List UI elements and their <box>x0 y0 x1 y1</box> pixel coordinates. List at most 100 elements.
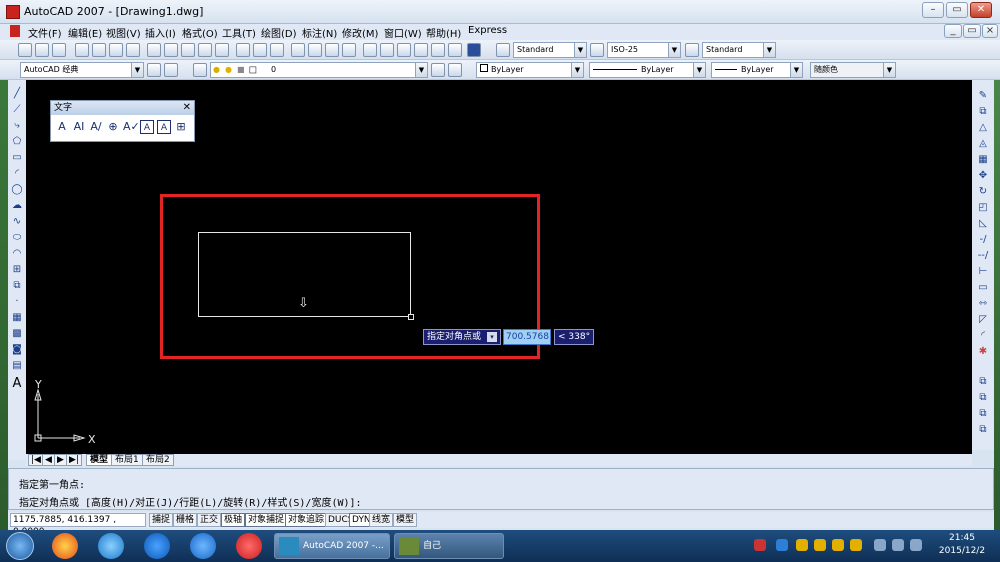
find-replace-icon[interactable]: ⊕ <box>106 120 120 134</box>
minimize-button[interactable]: – <box>922 2 944 18</box>
line-icon[interactable]: ╱ <box>11 88 23 100</box>
hatch-icon[interactable]: ▦ <box>11 312 23 324</box>
dynamic-input-angle-field[interactable]: < 338° <box>554 329 594 345</box>
close-button[interactable]: ✕ <box>970 2 992 18</box>
properties-icon[interactable] <box>363 43 377 57</box>
block-editor-icon[interactable] <box>215 43 229 57</box>
doc-close-button[interactable]: × <box>982 24 998 38</box>
draworder-under-icon[interactable]: ⧉ <box>977 424 989 436</box>
menu-modify[interactable]: 修改(M) <box>342 25 378 40</box>
coordinate-display[interactable]: 1175.7885, 416.1397 , 0.0000 <box>10 513 146 537</box>
document-icon[interactable] <box>10 25 20 37</box>
open-icon[interactable] <box>35 43 49 57</box>
lineweight-select[interactable]: ByLayer ▼ <box>711 62 803 78</box>
lineweight-toggle[interactable]: 线宽 <box>369 513 394 527</box>
draworder-icon[interactable]: ⧉ <box>977 376 989 388</box>
tab-model[interactable]: 模型 <box>86 454 113 466</box>
circle-icon[interactable]: ◯ <box>11 184 23 196</box>
menu-tools[interactable]: 工具(T) <box>222 25 256 40</box>
text-style-icon[interactable] <box>496 43 510 57</box>
menu-dimension[interactable]: 标注(N) <box>302 25 337 40</box>
erase-icon[interactable]: ✎ <box>977 90 989 102</box>
ellipse-arc-icon[interactable]: ◠ <box>11 248 23 260</box>
grid-toggle[interactable]: 栅格 <box>173 513 198 527</box>
video-player-icon[interactable] <box>236 533 262 559</box>
model-toggle[interactable]: 模型 <box>393 513 418 527</box>
text-style-select[interactable]: Standard ▼ <box>513 42 587 58</box>
draworder-back-icon[interactable]: ⧉ <box>977 392 989 404</box>
taskbar-folder[interactable]: 自己 <box>394 533 504 559</box>
firefox-icon[interactable] <box>52 533 78 559</box>
copy-object-icon[interactable]: ⧉ <box>977 106 989 118</box>
menu-window[interactable]: 窗口(W) <box>384 25 422 40</box>
taskbar-autocad[interactable]: AutoCAD 2007 -... <box>274 533 390 559</box>
3d-dwf-icon[interactable] <box>126 43 140 57</box>
make-current-layer-icon[interactable] <box>431 63 445 77</box>
tray-qq-icon[interactable] <box>796 539 808 551</box>
menu-file[interactable]: 文件(F) <box>28 25 62 40</box>
tray-qq3-icon[interactable] <box>832 539 844 551</box>
tray-antivirus-icon[interactable] <box>754 539 766 551</box>
help-icon[interactable] <box>467 43 481 57</box>
linetype-select[interactable]: ByLayer ▼ <box>589 62 706 78</box>
scale-icon[interactable]: ◰ <box>977 202 989 214</box>
paste-icon[interactable] <box>181 43 195 57</box>
security-shield-icon[interactable] <box>190 533 216 559</box>
doc-restore-button[interactable]: ▭ <box>963 24 981 38</box>
tray-qq2-icon[interactable] <box>814 539 826 551</box>
multiline-text-icon[interactable]: A <box>11 377 23 390</box>
markup-icon[interactable] <box>431 43 445 57</box>
polygon-icon[interactable]: ⬠ <box>11 136 23 148</box>
tool-palettes-icon[interactable] <box>397 43 411 57</box>
doc-minimize-button[interactable]: _ <box>944 24 962 38</box>
table-icon[interactable]: ▤ <box>11 360 23 372</box>
insert-block-icon[interactable]: ⊞ <box>11 264 23 276</box>
copy-icon[interactable] <box>164 43 178 57</box>
publish-icon[interactable] <box>109 43 123 57</box>
polar-toggle[interactable]: 极轴 <box>221 513 246 527</box>
edit-text-icon[interactable]: A/ <box>89 120 103 134</box>
menu-insert[interactable]: 插入(I) <box>145 25 176 40</box>
taskbar-clock[interactable]: 21:45 2015/12/2 <box>930 532 994 558</box>
zoom-window-icon[interactable] <box>308 43 322 57</box>
mirror-icon[interactable]: △ <box>977 122 989 134</box>
sheet-set-icon[interactable] <box>414 43 428 57</box>
command-window[interactable]: 指定第一角点: 指定对角点或 [高度(H)/对正(J)/行距(L)/旋转(R)/… <box>8 468 994 510</box>
pan-icon[interactable] <box>270 43 284 57</box>
restore-button[interactable]: ▭ <box>946 2 968 18</box>
print-icon[interactable] <box>75 43 89 57</box>
menu-format[interactable]: 格式(O) <box>182 25 218 40</box>
layer-previous-icon[interactable] <box>448 63 462 77</box>
rotate-icon[interactable]: ↻ <box>977 186 989 198</box>
kugou-icon[interactable] <box>144 533 170 559</box>
menu-draw[interactable]: 绘图(D) <box>261 25 297 40</box>
otrack-toggle[interactable]: 对象追踪 <box>285 513 328 527</box>
polyline-icon[interactable]: ⤷ <box>11 120 23 132</box>
table-style-icon[interactable] <box>685 43 699 57</box>
osnap-toggle[interactable]: 对象捕捉 <box>245 513 288 527</box>
extend-icon[interactable]: --/ <box>977 250 989 262</box>
break-icon[interactable]: ▭ <box>977 282 989 294</box>
rectangle-icon[interactable]: ▭ <box>11 152 23 164</box>
tray-network-icon[interactable] <box>776 539 788 551</box>
menu-view[interactable]: 视图(V) <box>106 25 141 40</box>
mtext-icon[interactable]: A <box>55 120 69 134</box>
workspace-select[interactable]: AutoCAD 经典 ▼ <box>20 62 144 78</box>
tray-flag-icon[interactable] <box>892 539 904 551</box>
draworder-above-icon[interactable]: ⧉ <box>977 408 989 420</box>
close-icon[interactable]: ✕ <box>183 101 191 115</box>
zoom-realtime-icon[interactable] <box>291 43 305 57</box>
region-icon[interactable]: ◙ <box>11 344 23 356</box>
new-icon[interactable] <box>18 43 32 57</box>
tab-nav-next[interactable]: ▶ <box>54 454 67 466</box>
plot-preview-icon[interactable] <box>92 43 106 57</box>
menu-express[interactable]: Express <box>468 25 507 36</box>
layer-select[interactable]: ● ● ■ ■ 0 ▼ <box>210 62 428 78</box>
fillet-icon[interactable]: ◜ <box>977 330 989 342</box>
point-icon[interactable]: · <box>11 296 23 308</box>
single-line-text-icon[interactable]: AI <box>72 120 86 134</box>
join-icon[interactable]: ⇿ <box>977 298 989 310</box>
menu-edit[interactable]: 编辑(E) <box>68 25 102 40</box>
color-select[interactable]: ByLayer ▼ <box>476 62 584 78</box>
table-style-select[interactable]: Standard ▼ <box>702 42 776 58</box>
